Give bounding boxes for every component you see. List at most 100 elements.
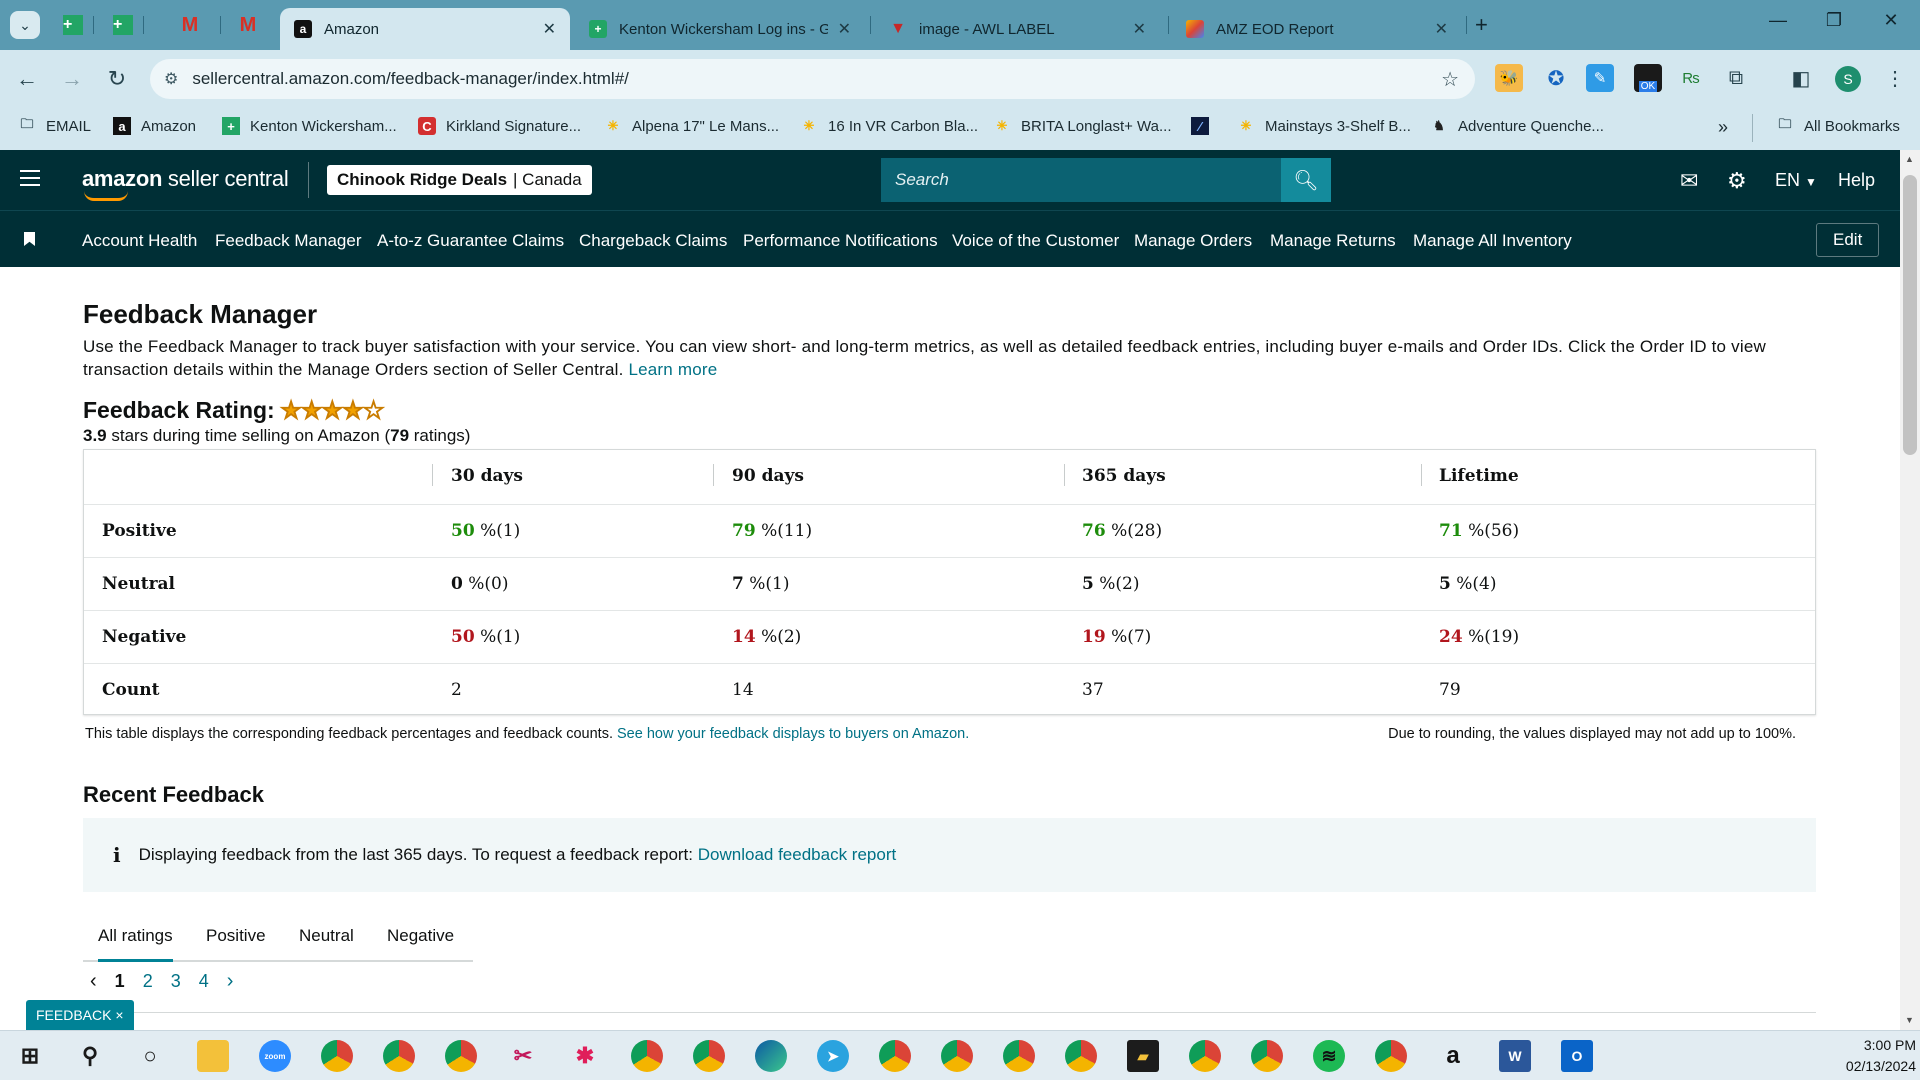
mail-icon[interactable]: ✉ [1680,168,1698,194]
tab-search-button[interactable]: ⌄ [10,11,40,39]
scrollbar-thumb[interactable] [1903,175,1917,455]
close-icon[interactable]: ✕ [838,19,851,39]
bookmark-kenton[interactable]: + Kenton Wickersham... [222,117,397,135]
help-link[interactable]: Help [1838,170,1875,191]
side-panel-icon[interactable]: ◧ [1787,64,1815,92]
address-bar[interactable]: ⚙ sellercentral.amazon.com/feedback-mana… [150,59,1475,99]
chrome-icon[interactable] [631,1040,663,1072]
minimize-button[interactable]: — [1758,10,1798,31]
nav-manage-all-inventory[interactable]: Manage All Inventory [1413,231,1572,251]
bookmark-email[interactable]: 🗀 EMAIL [18,116,91,135]
store-switcher[interactable]: Chinook Ridge Deals | Canada [327,165,592,195]
nav-chargeback-claims[interactable]: Chargeback Claims [579,231,727,251]
sticky-notes-icon[interactable]: ▰ [1127,1040,1159,1072]
search-icon[interactable]: ⚲ [74,1040,106,1072]
extension-rs-icon[interactable]: ₨ [1677,64,1705,92]
bookmark-image[interactable]: ⁄ [1191,117,1219,135]
close-window-button[interactable]: ✕ [1871,10,1911,31]
search-button[interactable]: 🔍︎ [1281,158,1331,202]
download-feedback-report-link[interactable]: Download feedback report [698,845,896,865]
search-input[interactable] [881,158,1331,202]
nav-account-health[interactable]: Account Health [82,231,197,251]
extension-honey-icon[interactable]: 🐝 [1495,64,1523,92]
browser-menu-icon[interactable]: ⋮ [1880,66,1910,91]
slack-icon[interactable]: ✱ [569,1040,601,1072]
pinned-tab-sheets-2[interactable]: + [110,12,136,38]
previous-page-icon[interactable]: ‹ [90,970,97,993]
tab-kenton-logins[interactable]: + Kenton Wickersham Log ins - G ✕ [575,8,865,50]
bookmark-mainstays[interactable]: ✳ Mainstays 3-Shelf B... [1237,117,1411,135]
bookmarks-overflow-chevron-icon[interactable]: » [1718,117,1728,138]
spotify-icon[interactable]: ≋ [1313,1040,1345,1072]
nav-performance-notifications[interactable]: Performance Notifications [743,231,938,251]
chrome-icon[interactable] [693,1040,725,1072]
bookmark-amazon[interactable]: a Amazon [113,117,196,135]
bookmark-star-icon[interactable]: ☆ [1441,67,1459,92]
edge-icon[interactable] [755,1040,787,1072]
bookmark-icon[interactable] [24,232,35,246]
nav-a-to-z-claims[interactable]: A-to-z Guarantee Claims [377,231,564,251]
bookmark-adventure[interactable]: ♞ Adventure Quenche... [1430,117,1604,135]
page-4[interactable]: 4 [199,971,209,992]
scroll-down-icon[interactable]: ▼ [1905,1015,1914,1025]
chrome-icon[interactable] [941,1040,973,1072]
hamburger-menu-icon[interactable] [20,170,40,191]
pinned-tab-sheets-1[interactable]: + [60,12,86,38]
telegram-icon[interactable]: ➤ [817,1040,849,1072]
tab-neutral[interactable]: Neutral [299,926,354,946]
buyer-display-link[interactable]: See how your feedback displays to buyers… [617,726,969,742]
chrome-icon[interactable] [1003,1040,1035,1072]
all-bookmarks[interactable]: 🗀 All Bookmarks [1776,116,1899,135]
edit-nav-button[interactable]: Edit [1816,223,1880,257]
close-icon[interactable]: ✕ [543,19,556,39]
gear-icon[interactable]: ⚙ [1727,168,1747,194]
new-tab-button[interactable]: + [1475,12,1488,38]
seller-central-logo[interactable]: amazon seller central [82,166,289,201]
back-button[interactable]: ← [12,66,42,92]
pinned-tab-gmail-1[interactable]: M [177,12,203,38]
outlook-icon[interactable]: O [1561,1040,1593,1072]
forward-button[interactable]: → [57,66,87,92]
chrome-icon[interactable] [1189,1040,1221,1072]
tab-amazon[interactable]: a Amazon ✕ [280,8,570,50]
system-clock[interactable]: 3:00 PM 02/13/2024 [1838,1035,1916,1077]
extension-gear-icon[interactable]: ✪ [1542,64,1570,92]
bookmark-vr-carbon[interactable]: ✳ 16 In VR Carbon Bla... [800,117,979,135]
restore-button[interactable]: ❐ [1814,10,1854,31]
page-1[interactable]: 1 [115,971,125,992]
site-info-icon[interactable]: ⚙ [164,69,178,89]
chrome-icon[interactable] [1375,1040,1407,1072]
extension-ok-icon[interactable]: OK [1634,64,1662,92]
tab-all-ratings[interactable]: All ratings [98,926,173,962]
tab-awl-label[interactable]: ▼ image - AWL LABEL ✕ [875,8,1160,50]
nav-voice-of-customer[interactable]: Voice of the Customer [952,231,1119,251]
chrome-icon[interactable] [1065,1040,1097,1072]
tab-amz-eod-report[interactable]: AMZ EOD Report ✕ [1172,8,1462,50]
zoom-icon[interactable]: zoom [259,1040,291,1072]
profile-avatar[interactable]: S [1835,66,1861,92]
chrome-icon[interactable] [321,1040,353,1072]
tab-negative[interactable]: Negative [387,926,454,946]
chrome-icon[interactable] [1251,1040,1283,1072]
page-scrollbar[interactable]: ▲ ▼ [1900,150,1920,1030]
site-feedback-button[interactable]: FEEDBACK × [26,1000,134,1030]
page-3[interactable]: 3 [171,971,181,992]
next-page-icon[interactable]: › [227,970,234,993]
scroll-up-icon[interactable]: ▲ [1905,154,1914,164]
windows-start-icon[interactable]: ⊞ [14,1040,46,1072]
reload-button[interactable]: ↻ [102,66,132,92]
extensions-puzzle-icon[interactable]: ⧉ [1722,64,1750,92]
page-2[interactable]: 2 [143,971,153,992]
chrome-icon[interactable] [879,1040,911,1072]
amazon-app-icon[interactable]: a [1437,1040,1469,1072]
close-icon[interactable]: ✕ [1133,19,1146,39]
file-explorer-icon[interactable] [197,1040,229,1072]
chrome-icon[interactable] [445,1040,477,1072]
snipping-tool-icon[interactable]: ✂ [507,1040,539,1072]
tab-positive[interactable]: Positive [206,926,266,946]
nav-manage-orders[interactable]: Manage Orders [1134,231,1252,251]
pinned-tab-gmail-2[interactable]: M [235,12,261,38]
bookmark-brita[interactable]: ✳ BRITA Longlast+ Wa... [993,117,1172,135]
chrome-icon[interactable] [383,1040,415,1072]
bookmark-alpena[interactable]: ✳ Alpena 17" Le Mans... [604,117,780,135]
